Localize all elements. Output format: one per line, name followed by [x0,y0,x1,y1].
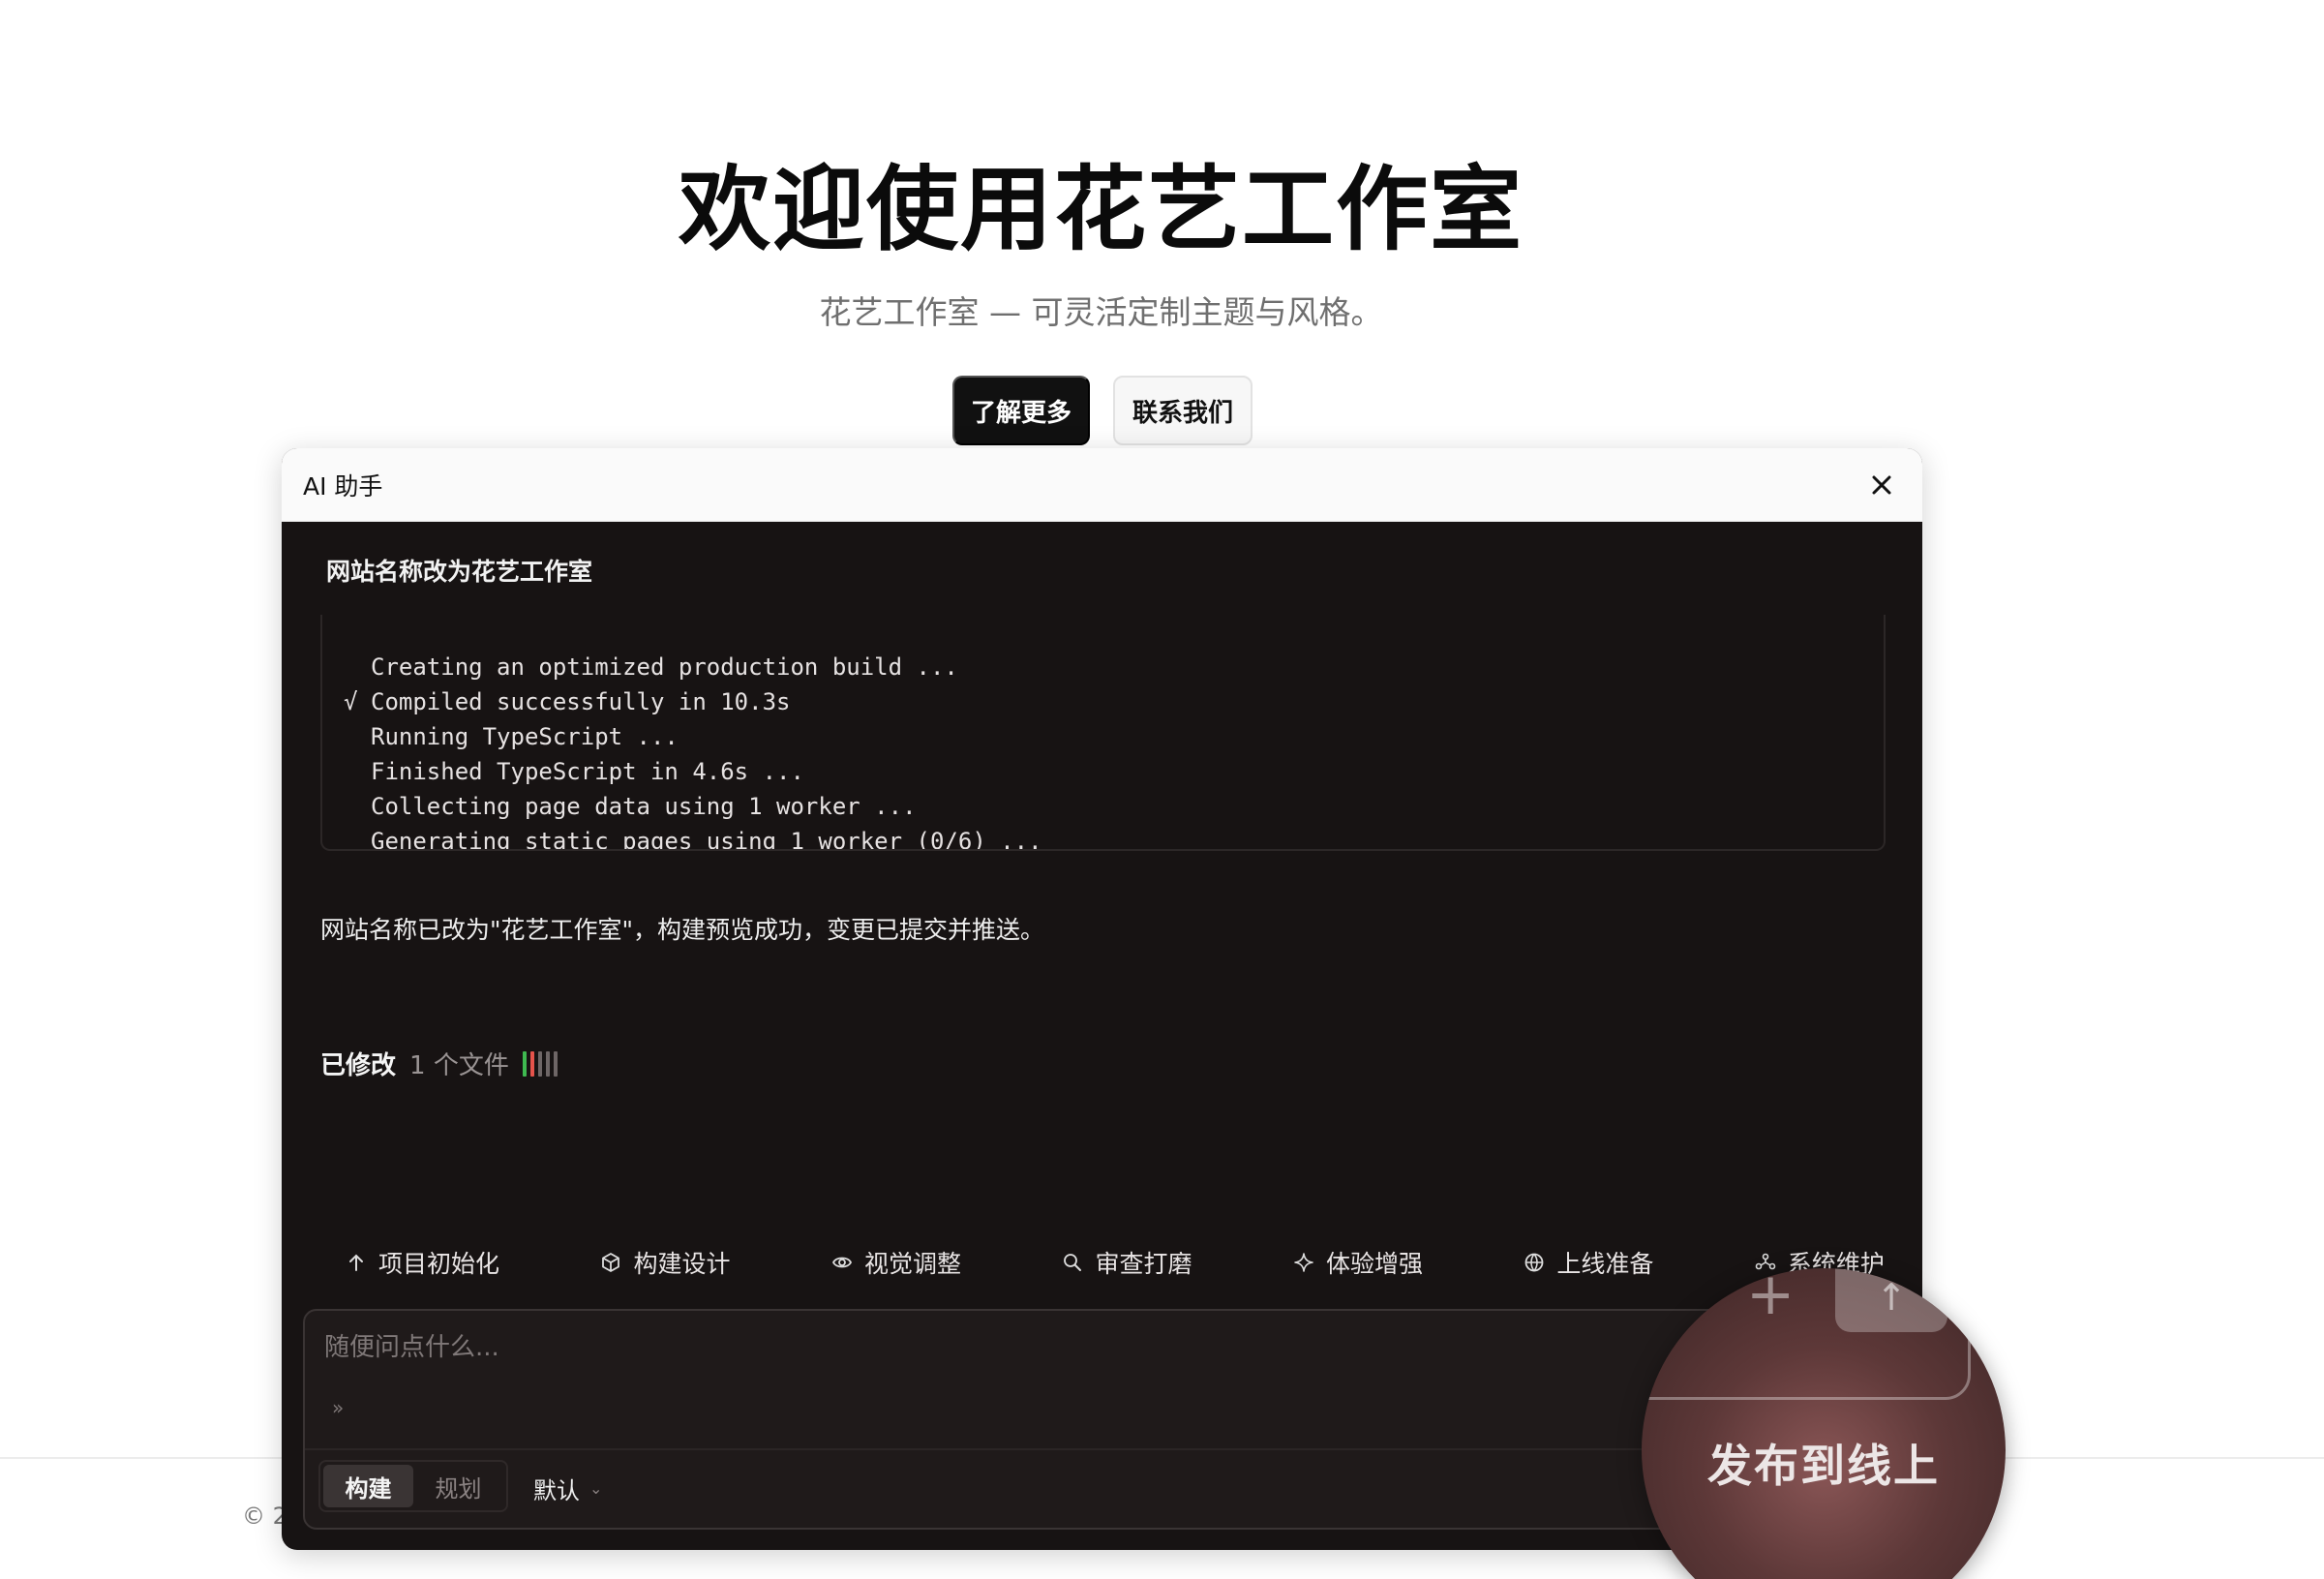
learn-more-button[interactable]: 了解更多 [952,376,1090,445]
diff-bar [537,1050,542,1077]
mode-plan[interactable]: 规划 [413,1465,503,1507]
close-button[interactable] [1862,466,1901,504]
expand-icon[interactable]: » [332,1396,344,1419]
arrow-up-icon [349,1254,363,1271]
hero-title: 欢迎使用花艺工作室 [678,157,1524,263]
log-line: √ Compiled successfully in 10.3s [344,684,1884,719]
build-log[interactable]: Creating an optimized production build .… [320,615,1886,851]
log-text: Running TypeScript ... [371,723,679,750]
sparkle-icon [1294,1253,1313,1272]
panel-title: AI 助手 [303,471,383,501]
magnifier-lens: + ↑ 发布到线上 [1642,1268,2006,1579]
quick-action-eye[interactable]: 视觉调整 [831,1245,961,1280]
diff-bar [545,1050,550,1077]
quick-action-label: 构建设计 [633,1250,731,1278]
close-icon [1872,475,1891,494]
eye-icon [831,1257,852,1268]
mode-build[interactable]: 构建 [323,1465,413,1507]
quick-action-label: 视觉调整 [863,1250,961,1278]
send-button[interactable]: ↑ [1835,1268,1947,1332]
quick-action-search[interactable]: 审查打磨 [1062,1245,1192,1280]
changed-files[interactable]: 已修改 1 个文件 [320,1046,558,1081]
mode-toggle: 构建 规划 [318,1460,508,1512]
log-text: Generating static pages using 1 worker (… [371,828,1042,851]
chat-input[interactable] [324,1321,1679,1375]
model-select[interactable]: 默认 ⌄ [533,1472,602,1505]
diff-bar [529,1050,534,1077]
quick-action-sparkle[interactable]: 体验增强 [1293,1245,1423,1280]
contact-us-button[interactable]: 联系我们 [1113,376,1253,445]
log-line: Collecting page data using 1 worker ... [344,789,1884,824]
log-status-mark: √ [344,688,358,715]
chevron-down-icon: ⌄ [589,1479,603,1498]
log-line: Generating static pages using 1 worker (… [344,824,1884,851]
log-line: Creating an optimized production build .… [344,650,1884,684]
log-text: Creating an optimized production build .… [371,653,958,681]
quick-action-cube[interactable]: 构建设计 [600,1245,731,1280]
changed-count: 1 个文件 [409,1051,509,1080]
search-icon [1064,1254,1082,1271]
quick-action-label: 上线准备 [1556,1250,1654,1278]
quick-action-label: 体验增强 [1325,1250,1423,1278]
log-line: Finished TypeScript in 4.6s ... [344,754,1884,789]
log-line: Running TypeScript ... [344,719,1884,754]
cube-icon [602,1253,620,1272]
log-text: Collecting page data using 1 worker ... [371,793,917,820]
quick-action-globe[interactable]: 上线准备 [1524,1245,1653,1280]
globe-icon [1525,1253,1544,1272]
log-text: Compiled successfully in 10.3s [371,688,791,715]
panel-header: AI 助手 [282,448,1922,522]
assistant-message: 网站名称已改为"花艺工作室"，构建预览成功，变更已提交并推送。 [320,916,1045,944]
quick-action-label: 项目初始化 [378,1250,500,1278]
publish-button[interactable]: 发布到线上 [1642,1431,2006,1495]
quick-action-arrow-up[interactable]: 项目初始化 [346,1245,499,1280]
diff-bar [553,1050,558,1077]
log-text: Finished TypeScript in 4.6s ... [371,758,804,785]
plus-icon[interactable]: + [1746,1268,1795,1328]
changed-label: 已修改 [320,1051,397,1080]
hero-subtitle: 花艺工作室 — 可灵活定制主题与风格。 [819,293,1383,331]
page: 欢迎使用花艺工作室 花艺工作室 — 可灵活定制主题与风格。 了解更多 联系我们 … [0,0,2324,1579]
diff-bar [522,1050,527,1077]
footer-copyright: © 2 [242,1503,287,1530]
user-message: 网站名称改为花艺工作室 [326,558,593,586]
model-select-label: 默认 [533,1477,580,1504]
quick-action-label: 审查打磨 [1095,1250,1192,1278]
diff-stat [522,1050,558,1077]
